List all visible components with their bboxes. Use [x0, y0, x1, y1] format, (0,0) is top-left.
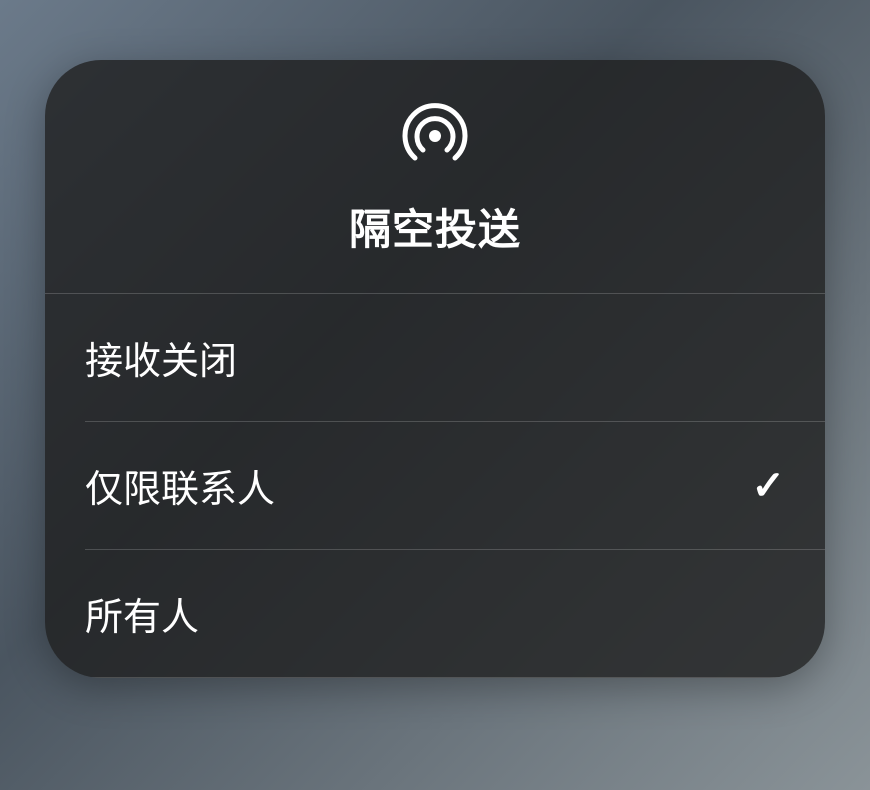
option-label: 接收关闭 [85, 330, 237, 385]
divider [85, 677, 825, 678]
option-label: 仅限联系人 [85, 458, 275, 513]
panel-header: 隔空投送 [45, 60, 825, 293]
option-contacts-only[interactable]: 仅限联系人 ✓ [45, 422, 825, 549]
option-receiving-off[interactable]: 接收关闭 ✓ [45, 294, 825, 421]
option-everyone[interactable]: 所有人 ✓ [45, 550, 825, 677]
airdrop-settings-panel: 隔空投送 接收关闭 ✓ 仅限联系人 ✓ 所有人 ✓ [45, 60, 825, 678]
panel-title: 隔空投送 [349, 196, 521, 257]
option-label: 所有人 [85, 586, 199, 641]
airdrop-icon [399, 100, 471, 172]
checkmark-icon: ✓ [751, 463, 785, 509]
